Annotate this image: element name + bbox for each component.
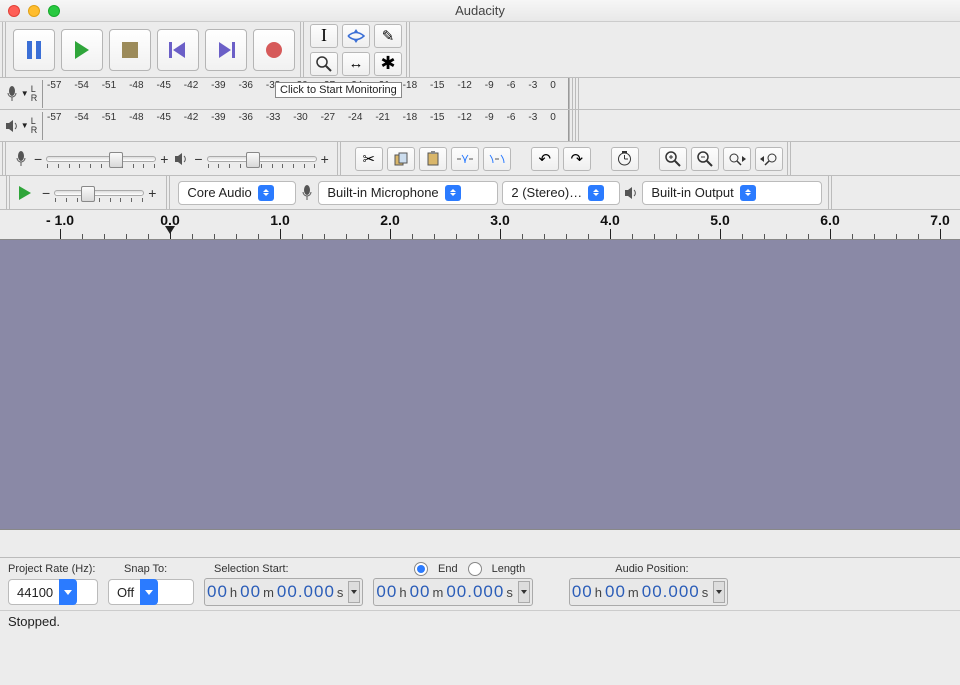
multi-tool[interactable]: ✱ (374, 52, 402, 76)
fit-selection-button[interactable] (723, 147, 751, 171)
undo-button[interactable]: ↶ (531, 147, 559, 171)
recording-channels-select[interactable]: 2 (Stereo)… (502, 181, 620, 205)
length-label: Length (492, 563, 526, 575)
magnifier-icon (316, 56, 332, 72)
pause-icon (26, 41, 42, 59)
ruler-label: 4.0 (600, 212, 619, 228)
fit-selection-icon (728, 152, 746, 166)
ruler-label: 1.0 (270, 212, 289, 228)
recording-meter[interactable]: ▼ LR -57-54-51-48-45-42-39-36-33-30-27-2… (0, 78, 960, 110)
envelope-icon (347, 29, 365, 43)
timeshift-tool[interactable]: ↔ (342, 52, 370, 76)
playback-volume-slider[interactable]: − + (194, 151, 328, 167)
stop-icon (122, 42, 138, 58)
ibeam-icon: I (321, 25, 327, 46)
record-button[interactable] (253, 29, 295, 71)
redo-button[interactable]: ↷ (563, 147, 591, 171)
stop-button[interactable] (109, 29, 151, 71)
audio-position-time[interactable]: 00h00m00.000s (569, 578, 728, 606)
timeline-ruler[interactable]: - 1.00.01.02.03.04.05.06.07.0 (0, 210, 960, 240)
ruler-label: 6.0 (820, 212, 839, 228)
ruler-label: 3.0 (490, 212, 509, 228)
playhead-marker[interactable] (165, 226, 175, 234)
trim-icon (457, 153, 473, 165)
zoom-out-icon (697, 151, 713, 167)
fit-project-button[interactable] (755, 147, 783, 171)
playback-device-select[interactable]: Built-in Output (642, 181, 822, 205)
length-radio[interactable] (468, 562, 482, 576)
audio-host-select[interactable]: Core Audio (178, 181, 296, 205)
pause-button[interactable] (13, 29, 55, 71)
zoom-tool[interactable] (310, 52, 338, 76)
audio-position-label: Audio Position: (615, 563, 688, 575)
silence-icon (489, 153, 505, 165)
selection-tool[interactable]: I (310, 24, 338, 48)
end-radio[interactable] (414, 562, 428, 576)
clipboard-icon (426, 151, 440, 166)
track-area[interactable] (0, 240, 960, 530)
undo-icon: ↶ (538, 150, 551, 168)
record-icon (265, 41, 283, 59)
project-rate-label: Project Rate (Hz): (8, 563, 114, 575)
pencil-icon: ✎ (382, 27, 395, 45)
asterisk-icon: ✱ (380, 53, 395, 74)
titlebar: Audacity (0, 0, 960, 22)
skip-end-icon (217, 42, 235, 58)
play-at-speed-icon[interactable] (18, 186, 34, 200)
microphone-icon (300, 185, 314, 201)
clock-icon (617, 151, 632, 166)
scissors-icon: ✂ (362, 150, 375, 168)
horizontal-scrollbar[interactable] (0, 530, 960, 558)
monitor-tooltip[interactable]: Click to Start Monitoring (275, 82, 402, 98)
copy-icon (394, 152, 408, 166)
draw-tool[interactable]: ✎ (374, 24, 402, 48)
speaker-icon (5, 119, 19, 133)
recording-device-select[interactable]: Built-in Microphone (318, 181, 498, 205)
redo-icon: ↷ (570, 150, 583, 168)
copy-button[interactable] (387, 147, 415, 171)
ruler-label: 5.0 (710, 212, 729, 228)
play-button[interactable] (61, 29, 103, 71)
project-rate-select[interactable]: 44100 (8, 579, 98, 605)
speaker-icon (624, 186, 638, 200)
speaker-icon (174, 152, 188, 166)
play-icon (73, 41, 91, 59)
window-title: Audacity (0, 3, 960, 18)
zoom-in-button[interactable] (659, 147, 687, 171)
status-bar: Stopped. (0, 610, 960, 632)
ruler-label: 2.0 (380, 212, 399, 228)
recording-volume-slider[interactable]: − + (34, 151, 168, 167)
zoom-in-icon (665, 151, 681, 167)
trim-button[interactable] (451, 147, 479, 171)
skip-end-button[interactable] (205, 29, 247, 71)
ruler-label: - 1.0 (46, 212, 74, 228)
silence-button[interactable] (483, 147, 511, 171)
microphone-icon (14, 151, 28, 167)
timeshift-icon: ↔ (349, 55, 364, 72)
play-meter-ticks: -57-54-51-48-45-42-39-36-33-30-27-24-21-… (47, 112, 556, 123)
selection-start-time[interactable]: 00h00m00.000s (204, 578, 363, 606)
snap-to-select[interactable]: Off (108, 579, 194, 605)
fit-project-icon (760, 152, 778, 166)
microphone-icon (5, 86, 19, 102)
selection-toolbar: Project Rate (Hz): Snap To: Selection St… (0, 558, 960, 610)
playback-speed-slider[interactable]: − + (42, 185, 156, 201)
sync-lock-button[interactable] (611, 147, 639, 171)
skip-start-button[interactable] (157, 29, 199, 71)
playback-meter[interactable]: ▼ LR -57-54-51-48-45-42-39-36-33-30-27-2… (0, 110, 960, 142)
zoom-out-button[interactable] (691, 147, 719, 171)
paste-button[interactable] (419, 147, 447, 171)
snap-to-label: Snap To: (124, 563, 204, 575)
ruler-label: 7.0 (930, 212, 949, 228)
selection-start-label: Selection Start: (214, 563, 404, 575)
skip-start-icon (169, 42, 187, 58)
envelope-tool[interactable] (342, 24, 370, 48)
cut-button[interactable]: ✂ (355, 147, 383, 171)
selection-end-time[interactable]: 00h00m00.000s (373, 578, 532, 606)
end-label: End (438, 563, 458, 575)
